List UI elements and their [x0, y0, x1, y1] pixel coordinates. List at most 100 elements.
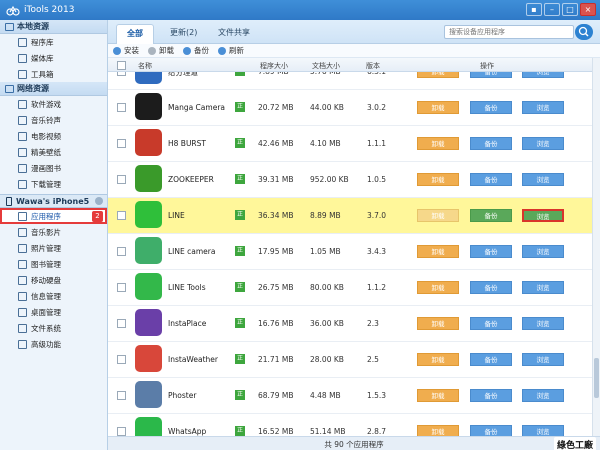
table-row[interactable]: LINE Tools 正 26.75 MB 80.00 KB 1.1.2 卸载 备份 浏览 [108, 270, 592, 306]
row-uninstall-button[interactable]: 卸载 [417, 209, 459, 222]
table-row[interactable]: WhatsApp 正 16.52 MB 51.14 MB 2.8.7 卸载 备份 浏览 [108, 414, 592, 436]
row-uninstall-button[interactable]: 卸载 [417, 425, 459, 436]
row-checkbox[interactable] [117, 391, 126, 400]
device-header[interactable]: Wawa's iPhone5 [0, 194, 107, 208]
row-uninstall-button[interactable]: 卸载 [417, 245, 459, 258]
table-row[interactable]: Phoster 正 68.79 MB 4.48 MB 1.5.3 卸载 备份 浏览 [108, 378, 592, 414]
row-checkbox[interactable] [117, 427, 126, 436]
refresh-button[interactable]: 刷新 [218, 45, 244, 56]
row-browse-button[interactable]: 浏览 [522, 209, 564, 222]
sidebar-item-file-system[interactable]: 文件系统 [0, 320, 107, 336]
sidebar-item-comics-books[interactable]: 漫画图书 [0, 160, 107, 176]
row-checkbox[interactable] [117, 283, 126, 292]
row-backup-button[interactable]: 备份 [470, 353, 512, 366]
sidebar-item-wallpapers[interactable]: 精美壁纸 [0, 144, 107, 160]
sidebar-item-books[interactable]: 图书管理 [0, 256, 107, 272]
sidebar-item-software-games[interactable]: 软件游戏 [0, 96, 107, 112]
row-browse-button[interactable]: 浏览 [522, 389, 564, 402]
scrollbar-thumb[interactable] [594, 358, 599, 398]
row-browse-button[interactable]: 浏览 [522, 173, 564, 186]
row-uninstall-button[interactable]: 卸载 [417, 173, 459, 186]
uninstall-button[interactable]: 卸载 [148, 45, 174, 56]
row-checkbox[interactable] [117, 175, 126, 184]
table-row[interactable]: InstaPlace 正 16.76 MB 36.00 KB 2.3 卸载 备份 浏览 [108, 306, 592, 342]
row-uninstall-button[interactable]: 卸载 [417, 137, 459, 150]
row-browse-button[interactable]: 浏览 [522, 317, 564, 330]
network-resources-header[interactable]: 网络资源 [0, 82, 107, 96]
row-browse-button[interactable]: 浏览 [522, 72, 564, 78]
row-uninstall-button[interactable]: 卸载 [417, 353, 459, 366]
row-browse-button[interactable]: 浏览 [522, 137, 564, 150]
row-uninstall-button[interactable]: 卸载 [417, 317, 459, 330]
row-uninstall-button[interactable]: 卸载 [417, 101, 459, 114]
row-browse-button[interactable]: 浏览 [522, 353, 564, 366]
row-uninstall-button[interactable]: 卸载 [417, 389, 459, 402]
row-backup-button[interactable]: 备份 [470, 389, 512, 402]
table-row[interactable]: LINE camera 正 17.95 MB 1.05 MB 3.4.3 卸载 备份 浏览 [108, 234, 592, 270]
table-row[interactable]: InstaWeather 正 21.71 MB 28.00 KB 2.5 卸载 备份 浏览 [108, 342, 592, 378]
row-checkbox[interactable] [117, 247, 126, 256]
row-backup-button[interactable]: 备份 [470, 245, 512, 258]
app-version: 1.1.2 [367, 283, 387, 292]
row-checkbox[interactable] [117, 103, 126, 112]
row-checkbox[interactable] [117, 319, 126, 328]
maximize-button[interactable]: □ [562, 3, 578, 16]
close-button[interactable]: × [580, 3, 596, 16]
sidebar-item-advanced[interactable]: 高级功能 [0, 336, 107, 352]
col-version[interactable]: 版本 [366, 61, 380, 71]
backup-button[interactable]: 备份 [183, 45, 209, 56]
doc-size: 28.00 KB [310, 355, 344, 364]
sidebar-item-music-ringtones[interactable]: 音乐铃声 [0, 112, 107, 128]
col-docsize[interactable]: 文档大小 [312, 61, 340, 71]
table-row[interactable]: H8 BURST 正 42.46 MB 4.10 MB 1.1.1 卸载 备份 浏览 [108, 126, 592, 162]
row-backup-button[interactable]: 备份 [470, 209, 512, 222]
row-checkbox[interactable] [117, 72, 126, 76]
row-backup-button[interactable]: 备份 [470, 173, 512, 186]
row-backup-button[interactable]: 备份 [470, 281, 512, 294]
search-button[interactable] [575, 24, 593, 40]
select-all-checkbox[interactable] [117, 61, 126, 70]
row-backup-button[interactable]: 备份 [470, 101, 512, 114]
sidebar-item-movies[interactable]: 电影视频 [0, 128, 107, 144]
sidebar-item-photos[interactable]: 照片管理 [0, 240, 107, 256]
row-browse-button[interactable]: 浏览 [522, 245, 564, 258]
row-uninstall-button[interactable]: 卸载 [417, 72, 459, 78]
scrollbar[interactable] [592, 58, 600, 436]
sidebar-item-download-manager[interactable]: 下载管理 [0, 176, 107, 192]
row-backup-button[interactable]: 备份 [470, 137, 512, 150]
sidebar-item-music-videos[interactable]: 音乐影片 [0, 224, 107, 240]
sidebar-item-applications[interactable]: 应用程序 2 [0, 208, 107, 224]
sidebar-item-desktop[interactable]: 桌面管理 [0, 304, 107, 320]
table-row[interactable]: Manga Camera 正 20.72 MB 44.00 KB 3.0.2 卸载 备份 浏览 [108, 90, 592, 126]
col-size[interactable]: 程序大小 [260, 61, 288, 71]
tab-file-share[interactable]: 文件共享 [208, 24, 260, 44]
row-browse-button[interactable]: 浏览 [522, 101, 564, 114]
sidebar-item-messages[interactable]: 信息管理 [0, 288, 107, 304]
row-checkbox[interactable] [117, 139, 126, 148]
row-checkbox[interactable] [117, 355, 126, 364]
local-resources-header[interactable]: 本地资源 [0, 20, 107, 34]
row-backup-button[interactable]: 备份 [470, 425, 512, 436]
row-checkbox[interactable] [117, 211, 126, 220]
table-row[interactable]: LINE 正 36.34 MB 8.89 MB 3.7.0 卸载 备份 浏览 [108, 198, 592, 234]
tab-all[interactable]: 全部 [116, 24, 154, 44]
row-backup-button[interactable]: 备份 [470, 72, 512, 78]
sidebar-item-program-library[interactable]: 程序库 [0, 34, 107, 50]
eject-icon[interactable] [95, 197, 103, 205]
wrench-icon [18, 69, 27, 79]
sidebar-item-toolbox[interactable]: 工具箱 [0, 66, 107, 82]
row-browse-button[interactable]: 浏览 [522, 425, 564, 436]
row-backup-button[interactable]: 备份 [470, 317, 512, 330]
menu-button[interactable]: ▪ [526, 3, 542, 16]
col-name[interactable]: 名称 [138, 61, 152, 71]
sidebar-item-storage[interactable]: 移动硬盘 [0, 272, 107, 288]
row-uninstall-button[interactable]: 卸载 [417, 281, 459, 294]
row-browse-button[interactable]: 浏览 [522, 281, 564, 294]
install-button[interactable]: 安装 [113, 45, 139, 56]
search-input[interactable] [444, 25, 574, 39]
sidebar-item-media-library[interactable]: 媒体库 [0, 50, 107, 66]
table-row[interactable]: ZOOKEEPER 正 39.31 MB 952.00 KB 1.0.5 卸载 备份 浏览 [108, 162, 592, 198]
tab-updates[interactable]: 更新(2) [160, 24, 207, 44]
minimize-button[interactable]: – [544, 3, 560, 16]
table-row[interactable]: 给分理道 正 7.89 MB 5.76 MB 6.3.1 卸载 备份 浏览 [108, 72, 592, 90]
